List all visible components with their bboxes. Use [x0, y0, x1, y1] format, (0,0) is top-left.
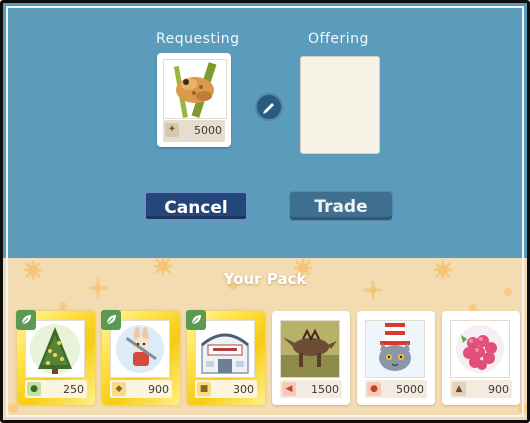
- card-value: 1500: [311, 383, 339, 396]
- card-footer: ◀ 1500: [280, 380, 342, 398]
- pack-card[interactable]: ■ 300: [186, 310, 265, 405]
- card-value: 900: [148, 383, 169, 396]
- offering-slot[interactable]: [300, 56, 380, 154]
- requested-card-footer: ✦ 5000: [163, 120, 225, 142]
- card-footer: ● 250: [25, 380, 87, 398]
- requested-card-value: 5000: [194, 124, 222, 137]
- leaf-icon: [186, 310, 206, 330]
- trade-button[interactable]: Trade: [289, 191, 393, 221]
- card-value: 250: [63, 383, 84, 396]
- offering-label: Offering: [308, 31, 369, 47]
- card-footer: ● 5000: [365, 380, 427, 398]
- card-art-dinosaur: [280, 320, 340, 378]
- pack-card[interactable]: ◆ 900: [101, 310, 180, 405]
- pack-title: Your Pack: [223, 270, 307, 288]
- bear-icon: ■: [197, 382, 211, 396]
- lizard-icon: ◀: [282, 382, 296, 396]
- pack-panel: Your Pack ● 250 ◆ 900 ■ 300 ◀ 1500 ● 500…: [3, 258, 527, 420]
- card-art-raspberry: [450, 320, 510, 378]
- requested-card[interactable]: ✦ 5000: [157, 53, 231, 147]
- trade-panel: Requesting Offering ✦ 5000 Cancel Trade: [3, 3, 527, 258]
- card-value: 5000: [396, 383, 424, 396]
- pack-card[interactable]: ◀ 1500: [272, 311, 350, 405]
- pack-card[interactable]: ● 250: [16, 310, 95, 405]
- mask-icon: ◆: [112, 382, 126, 396]
- acorn-icon: ✦: [165, 123, 179, 137]
- card-value: 900: [488, 383, 509, 396]
- requesting-label: Requesting: [156, 31, 240, 47]
- card-footer: ▲ 900: [450, 380, 512, 398]
- card-value: 300: [233, 383, 254, 396]
- trade-window: Requesting Offering ✦ 5000 Cancel Trade …: [0, 0, 530, 423]
- card-footer: ◆ 900: [110, 380, 172, 398]
- pack-card[interactable]: ● 5000: [357, 311, 435, 405]
- bug-icon: ●: [367, 382, 381, 396]
- pack-card[interactable]: ▲ 900: [442, 311, 520, 405]
- card-art-toad: [163, 59, 227, 119]
- card-footer: ■ 300: [195, 380, 257, 398]
- card-art-cat-in-hat: [365, 320, 425, 378]
- caterpillar-icon: ●: [27, 382, 41, 396]
- owl-icon: ▲: [452, 382, 466, 396]
- cancel-button[interactable]: Cancel: [144, 191, 248, 221]
- leaf-icon: [16, 310, 36, 330]
- pencil-icon[interactable]: [255, 93, 283, 121]
- leaf-icon: [101, 310, 121, 330]
